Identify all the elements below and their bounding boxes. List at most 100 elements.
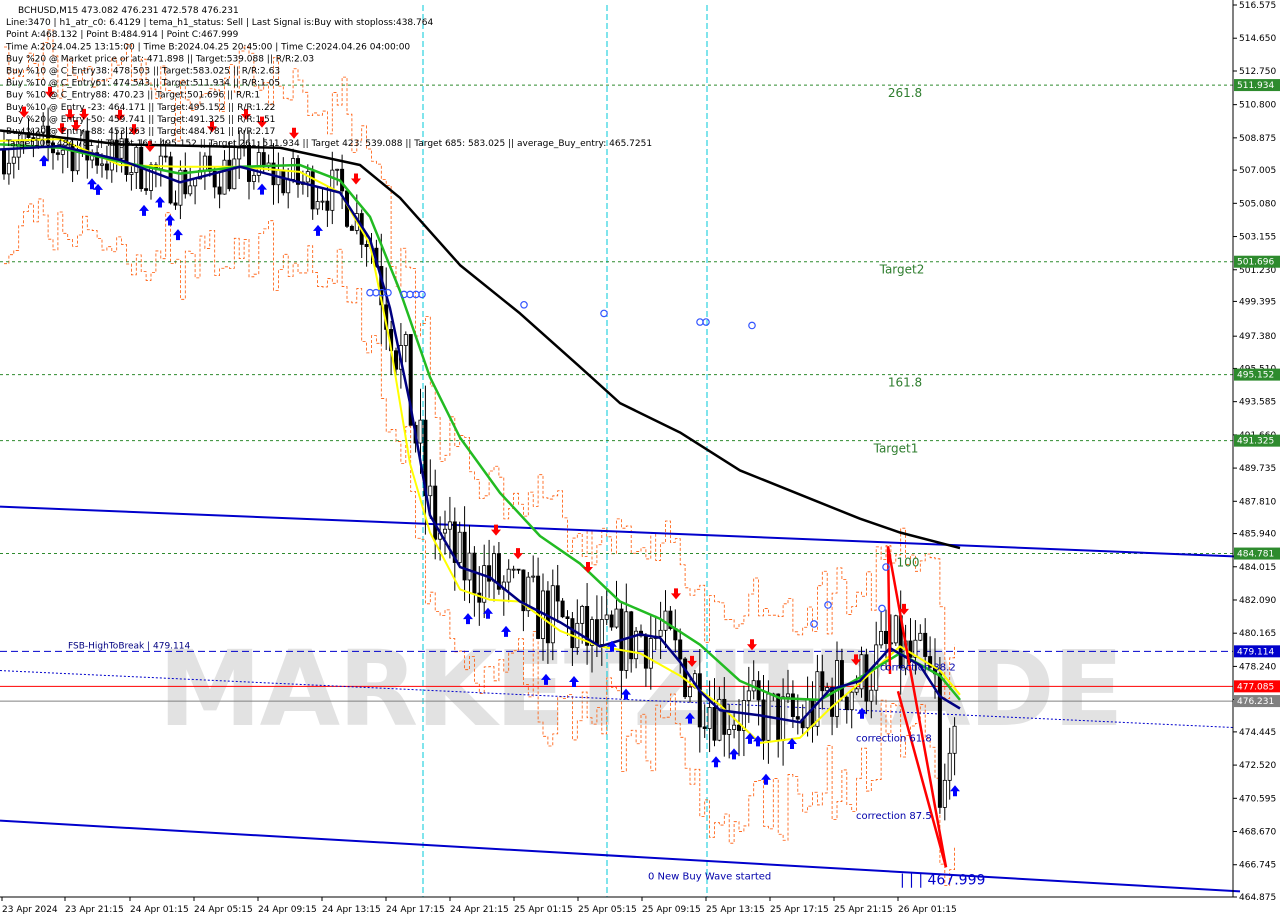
price-tick-label: 505.080 (1239, 199, 1276, 209)
candle-body (202, 155, 207, 171)
candle-body (418, 419, 423, 444)
candle-body (217, 186, 222, 195)
candle-body (594, 619, 599, 645)
candle-body (820, 671, 825, 692)
candle-body (227, 159, 232, 190)
candle-body (795, 716, 800, 720)
candle-body (462, 531, 467, 581)
time-tick-label: 25 Apr 21:15 (834, 905, 893, 915)
candle-body (761, 699, 766, 741)
candle-body (531, 575, 536, 578)
candle-body (790, 693, 795, 717)
candle-body (178, 169, 183, 206)
chart-area[interactable]: MARKETZITRADE 261.8 Target2 161.8 Target1 10… (0, 0, 1280, 920)
level-label-4: 100 (897, 556, 920, 570)
time-tick-label: 25 Apr 13:15 (706, 905, 765, 915)
candle-body (104, 163, 109, 171)
candle-body (732, 724, 737, 730)
candle-body (678, 639, 683, 660)
time-tick-label: 25 Apr 05:15 (578, 905, 637, 915)
candle-body (232, 158, 237, 190)
candle-body (320, 200, 325, 203)
price-tick-label: 482.090 (1239, 596, 1276, 606)
candle-body (786, 693, 791, 698)
candle-body (550, 585, 555, 644)
annotation-label: | | | 467.999 (900, 872, 985, 888)
candle-body (565, 616, 570, 619)
candle-body (261, 152, 266, 168)
time-tick-label: 25 Apr 09:15 (642, 905, 701, 915)
candle-body (144, 188, 149, 191)
header-info-line: Buy %20 @ Market price or at: 471.898 ||… (6, 54, 314, 64)
candle-body (286, 178, 291, 194)
chart-background (0, 0, 1280, 920)
header-info-line: BCHUSD,M15 473.082 476.231 472.578 476.2… (18, 6, 239, 16)
candle-body (727, 729, 732, 735)
price-level-tag-text: 484.781 (1237, 550, 1274, 560)
time-tick-label: 24 Apr 09:15 (258, 905, 317, 915)
candle-body (688, 686, 693, 698)
header-info-line: Buy %20 @ Entry -88: 453.263 || Target:4… (6, 127, 275, 137)
candle-body (536, 575, 541, 639)
candle-body (100, 163, 105, 166)
candle-body (575, 622, 580, 649)
candle-body (624, 611, 629, 671)
candle-body (281, 169, 286, 194)
candle-body (134, 146, 139, 173)
candle-body (477, 592, 482, 603)
candle-body (11, 156, 16, 164)
candle-body (237, 147, 242, 160)
candle-body (163, 155, 168, 158)
time-tick-label: 24 Apr 13:15 (322, 905, 381, 915)
price-tick-label: 497.380 (1239, 332, 1276, 342)
candle-body (722, 698, 727, 735)
candle-body (55, 152, 60, 155)
price-tick-label: 508.875 (1239, 134, 1276, 144)
candle-body (447, 521, 452, 530)
price-level-tag-text: 511.934 (1237, 81, 1274, 91)
candle-body (697, 673, 702, 728)
candle-body (511, 568, 516, 571)
candle-body (188, 185, 193, 195)
candle-body (942, 779, 947, 808)
price-level-tag-text: 501.696 (1237, 258, 1274, 268)
candle-body (908, 640, 913, 658)
time-tick-label: 25 Apr 17:15 (770, 905, 829, 915)
candle-body (6, 162, 11, 175)
level-label-0: 261.8 (888, 86, 922, 100)
candle-body (516, 568, 521, 571)
candle-body (442, 528, 447, 534)
time-tick-label: 24 Apr 05:15 (194, 905, 253, 915)
candle-body (173, 202, 178, 206)
watermark-layer: MARKETZITRADE (158, 628, 1124, 750)
candle-body (291, 158, 296, 180)
time-tick-label: 24 Apr 17:15 (386, 905, 445, 915)
candle-body (325, 200, 330, 211)
candle-body (810, 698, 815, 727)
header-info-line: Point A:468.132 | Point B:484.914 | Poin… (6, 30, 239, 40)
candle-body (604, 614, 609, 620)
watermark-text: MARKETZITRADE (158, 628, 1122, 750)
price-tick-label: 478.240 (1239, 662, 1276, 672)
price-level-tag-text: 491.325 (1237, 437, 1274, 447)
candle-body (839, 660, 844, 698)
candle-body (428, 485, 433, 497)
price-tick-label: 468.670 (1239, 828, 1276, 838)
candle-body (702, 726, 707, 729)
header-info-line: Time A:2024.04.25 13:15:00 | Time B:2024… (5, 42, 410, 52)
candle-body (884, 630, 889, 644)
candle-body (560, 600, 565, 618)
candle-body (737, 724, 742, 731)
candle-body (467, 552, 472, 581)
candle-body (599, 619, 604, 645)
price-tick-label: 510.800 (1239, 101, 1276, 111)
price-level-tag-text: 477.085 (1237, 682, 1274, 692)
price-tick-label: 493.585 (1239, 398, 1276, 408)
candle-body (2, 149, 7, 175)
time-tick-label: 24 Apr 01:15 (130, 905, 189, 915)
candle-body (457, 531, 462, 563)
price-tick-label: 516.575 (1239, 1, 1276, 11)
level-label-1: Target2 (879, 263, 925, 277)
header-info-line: Target100: 484.781 || Target 161: 495.15… (5, 139, 652, 149)
price-tick-label: 480.165 (1239, 629, 1276, 639)
